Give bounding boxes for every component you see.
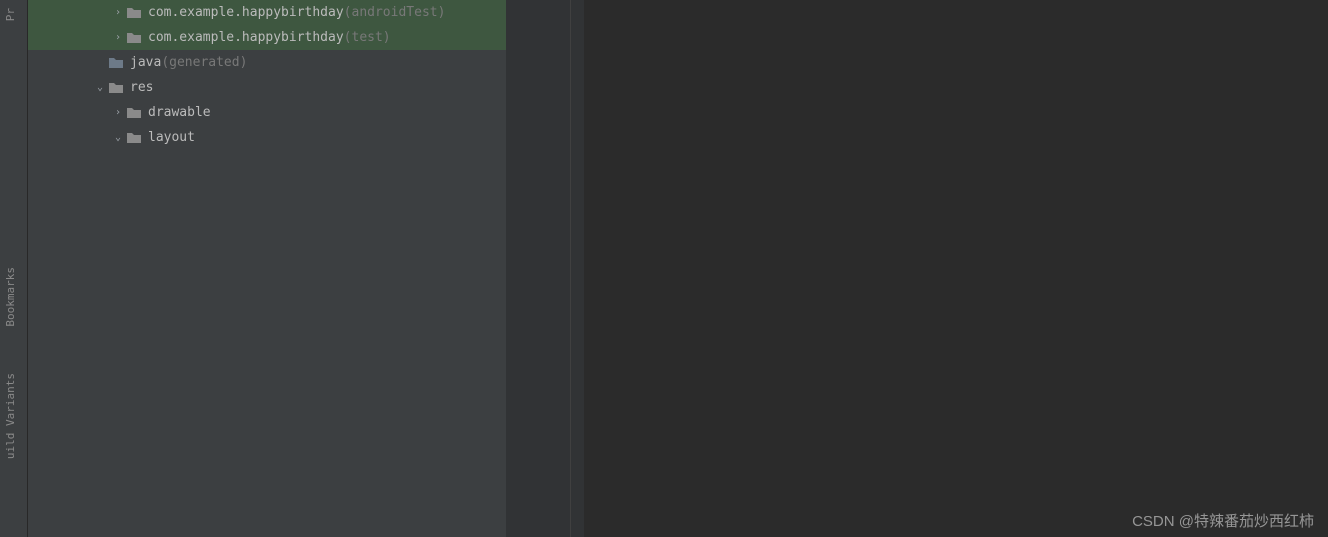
tree-row[interactable]: › drawable: [28, 100, 506, 125]
tool-window-bar: Pr Bookmarks uild Variants: [0, 0, 28, 537]
expand-arrow-icon[interactable]: ›: [110, 32, 126, 43]
bookmarks-tab[interactable]: Bookmarks: [0, 259, 21, 335]
folder-gen-icon: [108, 55, 124, 71]
build-variants-tab[interactable]: uild Variants: [0, 365, 21, 467]
expand-arrow-icon[interactable]: ⌄: [92, 82, 108, 93]
code-area[interactable]: [584, 0, 1328, 537]
tree-suffix: (generated): [161, 55, 247, 70]
project-tree[interactable]: › com.example.happybirthday (androidTest)…: [28, 0, 506, 537]
tree-suffix: (test): [344, 30, 391, 45]
gutter: [506, 0, 584, 537]
tree-label: drawable: [148, 105, 211, 120]
tree-label: res: [130, 80, 153, 95]
tree-row[interactable]: ⌄ layout: [28, 125, 506, 150]
watermark: CSDN @特辣番茄炒西红柿: [1132, 510, 1314, 531]
project-tab[interactable]: Pr: [0, 0, 21, 29]
folder-icon: [108, 80, 124, 96]
folder-icon: [126, 105, 142, 121]
tree-suffix: (androidTest): [344, 5, 446, 20]
expand-arrow-icon[interactable]: ›: [110, 7, 126, 18]
tree-row[interactable]: ⌄ res: [28, 75, 506, 100]
code-editor[interactable]: [506, 0, 1328, 537]
expand-arrow-icon[interactable]: ⌄: [110, 132, 126, 143]
folder-icon: [126, 30, 142, 46]
tree-label: java: [130, 55, 161, 70]
folder-icon: [126, 130, 142, 146]
tree-row[interactable]: › com.example.happybirthday (test): [28, 25, 506, 50]
tree-label: layout: [148, 130, 195, 145]
tree-row[interactable]: java (generated): [28, 50, 506, 75]
tree-label: com.example.happybirthday: [148, 30, 344, 45]
tree-row[interactable]: › com.example.happybirthday (androidTest): [28, 0, 506, 25]
tree-label: com.example.happybirthday: [148, 5, 344, 20]
folder-icon: [126, 5, 142, 21]
expand-arrow-icon[interactable]: ›: [110, 107, 126, 118]
